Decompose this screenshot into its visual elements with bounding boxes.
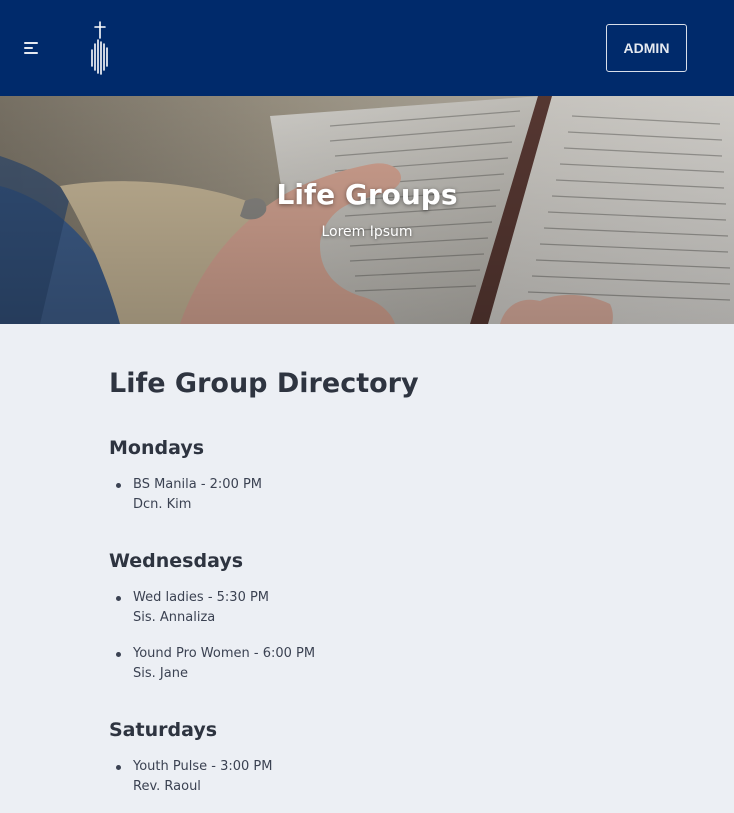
hero-subtitle: Lorem Ipsum (321, 224, 413, 240)
group-name-time: BS Manila - 2:00 PM (133, 477, 263, 492)
day-section-wednesdays: Wednesdays Wed ladies - 5:30 PM Sis. Ann… (109, 548, 669, 684)
group-leader: Sis. Jane (133, 666, 188, 681)
group-leader: Rev. Raoul (133, 779, 201, 794)
group-list: BS Manila - 2:00 PM Dcn. Kim (109, 475, 669, 515)
day-heading: Wednesdays (109, 550, 244, 572)
day-section-saturdays: Saturdays Youth Pulse - 3:00 PM Rev. Rao… (109, 717, 669, 797)
day-heading: Mondays (109, 437, 205, 459)
group-leader: Sis. Annaliza (133, 610, 216, 625)
list-item: Youth Pulse - 3:00 PM Rev. Raoul (109, 757, 669, 797)
admin-button[interactable]: ADMIN (606, 24, 687, 72)
top-navbar: ADMIN (0, 0, 734, 96)
group-list: Wed ladies - 5:30 PM Sis. Annaliza Yound… (109, 588, 669, 684)
hero-title: Life Groups (276, 178, 458, 211)
group-leader: Dcn. Kim (133, 497, 192, 512)
group-name-time: Yound Pro Women - 6:00 PM (133, 646, 316, 661)
page-title: Life Group Directory (109, 368, 419, 399)
church-cross-logo-icon[interactable] (88, 20, 112, 76)
hero-banner: Life Groups Lorem Ipsum (0, 96, 734, 324)
list-item: Yound Pro Women - 6:00 PM Sis. Jane (109, 644, 669, 684)
hamburger-menu-icon[interactable] (24, 40, 42, 56)
day-heading: Saturdays (109, 719, 218, 741)
day-section-mondays: Mondays BS Manila - 2:00 PM Dcn. Kim (109, 435, 669, 515)
list-item: Wed ladies - 5:30 PM Sis. Annaliza (109, 588, 669, 628)
list-item: BS Manila - 2:00 PM Dcn. Kim (109, 475, 669, 515)
life-group-directory: Life Group Directory Mondays BS Manila -… (109, 366, 669, 813)
group-list: Youth Pulse - 3:00 PM Rev. Raoul (109, 757, 669, 797)
group-name-time: Youth Pulse - 3:00 PM (133, 759, 273, 774)
group-name-time: Wed ladies - 5:30 PM (133, 590, 270, 605)
